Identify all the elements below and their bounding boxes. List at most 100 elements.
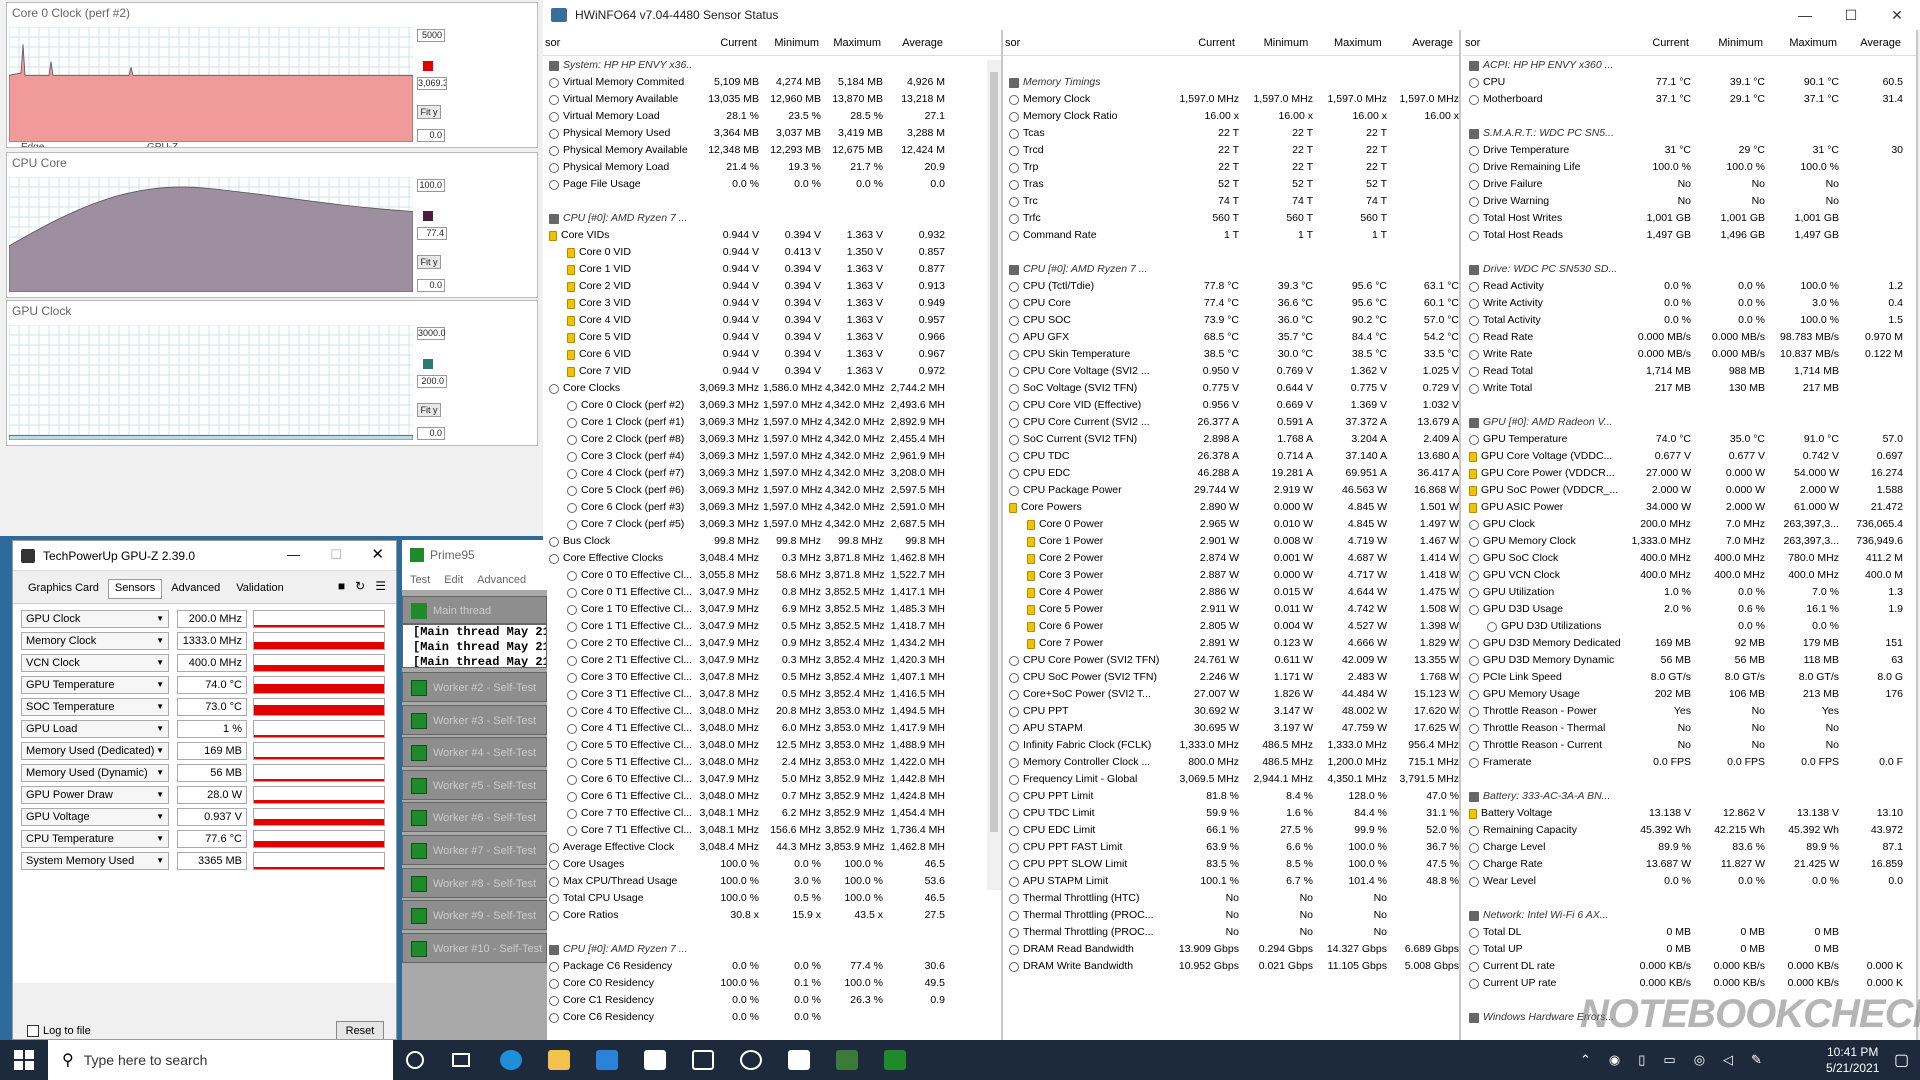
sensor-row[interactable]: GPU Core Power (VDDCR... 27.000 W 0.000 W 5… xyxy=(1463,465,1916,482)
sensor-row[interactable]: Core 2 VID 0.944 V 0.394 V 1.363 V 0.913 xyxy=(543,278,1001,295)
sensor-row[interactable]: Memory Controller Clock ... 800.0 MHz 486.… xyxy=(1003,754,1459,771)
task-view-icon[interactable] xyxy=(452,1053,470,1067)
log-checkbox[interactable] xyxy=(27,1025,39,1037)
sensor-row[interactable]: Core 1 T1 Effective Cl... 3,047.9 MHz 0.5 … xyxy=(543,618,1001,635)
sensor-row[interactable]: Bus Clock 99.8 MHz 99.8 MHz 99.8 MHz 99.8 MH xyxy=(543,533,1001,550)
sensor-row[interactable]: Package C6 Residency 0.0 % 0.0 % 77.4 % 30.6 xyxy=(543,958,1001,975)
sensor-row[interactable]: Core C0 Residency 100.0 % 0.1 % 100.0 % 49.5 xyxy=(543,975,1001,992)
sensor-row[interactable]: Core Usages 100.0 % 0.0 % 100.0 % 46.5 xyxy=(543,856,1001,873)
fit-y-button[interactable]: Fit y xyxy=(417,403,441,417)
sensor-select[interactable]: GPU Load ▼ xyxy=(21,720,169,738)
tab-graphics-card[interactable]: Graphics Card xyxy=(21,579,106,599)
sensor-row[interactable]: CPU Core Voltage (SVI2 ... 0.950 V 0.769 V… xyxy=(1003,363,1459,380)
sensor-row[interactable]: GPU Core Voltage (VDDC... 0.677 V 0.677 V 0… xyxy=(1463,448,1916,465)
header-sor[interactable]: sor xyxy=(1003,30,1170,55)
sensor-row[interactable]: Virtual Memory Available 13,035 MB 12,960 … xyxy=(543,91,1001,108)
tab-validation[interactable]: Validation xyxy=(229,579,291,599)
sensor-row[interactable]: Core 5 VID 0.944 V 0.394 V 1.363 V 0.966 xyxy=(543,329,1001,346)
sensor-row[interactable]: CPU TDC 26.378 A 0.714 A 37.140 A 13.680 A xyxy=(1003,448,1459,465)
sensor-row[interactable]: Core 6 T1 Effective Cl... 3,048.0 MHz 0.7 … xyxy=(543,788,1001,805)
sensor-select[interactable]: Memory Used (Dedicated) ▼ xyxy=(21,742,169,760)
sensor-row[interactable]: Charge Rate 13.687 W 11.827 W 21.425 W 16.85… xyxy=(1463,856,1916,873)
sensor-row[interactable]: Max CPU/Thread Usage 100.0 % 3.0 % 100.0 % 5… xyxy=(543,873,1001,890)
maximize-button[interactable]: ☐ xyxy=(1828,0,1874,30)
sensor-row[interactable]: Core 7 Clock (perf #5) 3,069.3 MHz 1,597.0… xyxy=(543,516,1001,533)
header-maximum[interactable]: Maximum xyxy=(825,30,887,55)
tab-sensors[interactable]: Sensors xyxy=(107,579,163,599)
sensor-row[interactable]: Core 0 VID 0.944 V 0.413 V 1.350 V 0.857 xyxy=(543,244,1001,261)
sensor-row[interactable]: Core Ratios 30.8 x 15.9 x 43.5 x 27.5 xyxy=(543,907,1001,924)
sensor-row[interactable]: Core 6 Clock (perf #3) 3,069.3 MHz 1,597.0… xyxy=(543,499,1001,516)
sensor-group[interactable]: CPU [#0]: AMD Ryzen 7 ... xyxy=(543,210,1001,227)
sensor-row[interactable]: CPU SOC 73.9 °C 36.0 °C 90.2 °C 57.0 °C xyxy=(1003,312,1459,329)
sensor-row[interactable]: Physical Memory Available 12,348 MB 12,293… xyxy=(543,142,1001,159)
sensor-row[interactable]: CPU PPT FAST Limit 63.9 % 6.6 % 100.0 % 36.7… xyxy=(1003,839,1459,856)
sensor-row[interactable]: Write Rate 0.000 MB/s 0.000 MB/s 10.837 MB/… xyxy=(1463,346,1916,363)
sensor-row[interactable]: Core 2 T1 Effective Cl... 3,047.9 MHz 0.3 … xyxy=(543,652,1001,669)
sensor-row[interactable]: Core 0 Clock (perf #2) 3,069.3 MHz 1,597.0… xyxy=(543,397,1001,414)
sensor-column-2[interactable]: sor Current Minimum Maximum Average Memory Ti… xyxy=(1003,30,1918,1040)
sensor-row[interactable]: Core 1 Power 2.901 W 0.008 W 4.719 W 1.467 W xyxy=(1003,533,1459,550)
sensor-row[interactable]: Frequency Limit - Global 3,069.5 MHz 2,944… xyxy=(1003,771,1459,788)
sensor-row[interactable]: Trfc 560 T 560 T 560 T xyxy=(1003,210,1459,227)
mail-icon[interactable] xyxy=(596,1050,618,1070)
sensor-row[interactable]: Core VIDs 0.944 V 0.394 V 1.363 V 0.932 xyxy=(543,227,1001,244)
sensor-row[interactable]: Total UP 0 MB 0 MB 0 MB xyxy=(1463,941,1916,958)
sensor-row[interactable]: Write Activity 0.0 % 0.0 % 3.0 % 0.4 xyxy=(1463,295,1916,312)
sensor-row[interactable]: Page File Usage 0.0 % 0.0 % 0.0 % 0.0 xyxy=(543,176,1001,193)
sensor-row[interactable]: Core 2 T0 Effective Cl... 3,047.9 MHz 0.9 … xyxy=(543,635,1001,652)
sensor-row[interactable]: Virtual Memory Load 28.1 % 23.5 % 28.5 % 27.… xyxy=(543,108,1001,125)
sensor-row[interactable]: Tras 52 T 52 T 52 T xyxy=(1003,176,1459,193)
sensor-select[interactable]: CPU Temperature ▼ xyxy=(21,830,169,848)
reset-button[interactable]: Reset xyxy=(336,1021,384,1039)
sensor-row[interactable]: CPU Skin Temperature 38.5 °C 30.0 °C 38.5 °… xyxy=(1003,346,1459,363)
sensor-row[interactable]: Core Effective Clocks 3,048.4 MHz 0.3 MHz 3… xyxy=(543,550,1001,567)
sensor-group[interactable]: Drive: WDC PC SN530 SD... xyxy=(1463,261,1916,278)
scroll-thumb[interactable] xyxy=(990,72,998,832)
sensor-row[interactable]: Core 3 Clock (perf #4) 3,069.3 MHz 1,597.0… xyxy=(543,448,1001,465)
sensor-select[interactable]: System Memory Used ▼ xyxy=(21,852,169,870)
sensor-row[interactable]: Core 5 T0 Effective Cl... 3,048.0 MHz 12.5… xyxy=(543,737,1001,754)
sensor-row[interactable]: APU STAPM 30.695 W 3.197 W 47.759 W 17.625 W xyxy=(1003,720,1459,737)
network-icon[interactable]: ◉ xyxy=(1609,1052,1620,1068)
sensor-row[interactable]: Core 0 T1 Effective Cl... 3,047.9 MHz 0.8 … xyxy=(543,584,1001,601)
menu-edit[interactable]: Edit xyxy=(444,570,463,590)
sensor-row[interactable]: GPU VCN Clock 400.0 MHz 400.0 MHz 400.0 MHz… xyxy=(1463,567,1916,584)
sensor-row[interactable]: Core 7 T1 Effective Cl... 3,048.1 MHz 156.… xyxy=(543,822,1001,839)
sensor-row[interactable]: Battery Voltage 13.138 V 12.862 V 13.138 V 1… xyxy=(1463,805,1916,822)
sensor-row[interactable]: GPU SoC Power (VDDCR_... 2.000 W 0.000 W 2.… xyxy=(1463,482,1916,499)
sensor-row[interactable]: Memory Clock Ratio 16.00 x 16.00 x 16.00 x 1… xyxy=(1003,108,1459,125)
header-current[interactable]: Current xyxy=(691,30,763,55)
sensor-row[interactable]: Trc 74 T 74 T 74 T xyxy=(1003,193,1459,210)
sensor-row[interactable]: GPU D3D Utilizations 0.0 % 0.0 % xyxy=(1463,618,1916,635)
sensor-row[interactable]: Charge Level 89.9 % 83.6 % 89.9 % 87.1 xyxy=(1463,839,1916,856)
header-current[interactable]: Current xyxy=(1623,30,1695,55)
sensor-row[interactable]: CPU EDC Limit 66.1 % 27.5 % 99.9 % 52.0 % xyxy=(1003,822,1459,839)
sensor-row[interactable]: Total Host Reads 1,497 GB 1,496 GB 1,497 GB xyxy=(1463,227,1916,244)
sensor-row[interactable]: DRAM Write Bandwidth 10.952 Gbps 0.021 Gbp… xyxy=(1003,958,1459,975)
sensor-row[interactable]: Core 3 T1 Effective Cl... 3,047.8 MHz 0.5 … xyxy=(543,686,1001,703)
sensor-row[interactable]: Trp 22 T 22 T 22 T xyxy=(1003,159,1459,176)
notification-icon[interactable]: ▢ xyxy=(1894,1050,1909,1070)
sensor-group[interactable]: Network: Intel Wi-Fi 6 AX... xyxy=(1463,907,1916,924)
sensor-row[interactable]: Wear Level 0.0 % 0.0 % 0.0 % 0.0 xyxy=(1463,873,1916,890)
sensor-row[interactable]: Core 4 T0 Effective Cl... 3,048.0 MHz 20.8… xyxy=(543,703,1001,720)
menu-test[interactable]: Test xyxy=(410,570,430,590)
header-average[interactable]: Average xyxy=(1388,30,1459,55)
sensor-row[interactable]: Drive Warning No No No xyxy=(1463,193,1916,210)
sensor-row[interactable]: CPU PPT 30.692 W 3.147 W 48.002 W 17.620 W xyxy=(1003,703,1459,720)
sensor-row[interactable]: Thermal Throttling (HTC) No No No xyxy=(1003,890,1459,907)
sensor-row[interactable]: GPU Memory Clock 1,333.0 MHz 7.0 MHz 263,39… xyxy=(1463,533,1916,550)
sensor-group[interactable]: Memory Timings xyxy=(1003,74,1459,91)
sensor-row[interactable]: GPU D3D Usage 2.0 % 0.6 % 16.1 % 1.9 xyxy=(1463,601,1916,618)
sensor-row[interactable]: Core C1 Residency 0.0 % 0.0 % 26.3 % 0.9 xyxy=(543,992,1001,1009)
volume-icon[interactable]: ◁ xyxy=(1723,1052,1733,1068)
sensor-row[interactable]: Core 3 VID 0.944 V 0.394 V 1.363 V 0.949 xyxy=(543,295,1001,312)
phone-icon[interactable]: ▯ xyxy=(1638,1052,1645,1068)
sensor-row[interactable]: CPU PPT SLOW Limit 83.5 % 8.5 % 100.0 % 47.5… xyxy=(1003,856,1459,873)
sensor-row[interactable]: Throttle Reason - Current No No No xyxy=(1463,737,1916,754)
gpuz-taskbar-icon[interactable] xyxy=(836,1050,858,1070)
amazon-icon[interactable] xyxy=(644,1050,666,1070)
sensor-group[interactable]: GPU [#0]: AMD Radeon V... xyxy=(1463,414,1916,431)
sensor-row[interactable]: CPU SoC Power (SVI2 TFN) 2.246 W 1.171 W 2.… xyxy=(1003,669,1459,686)
